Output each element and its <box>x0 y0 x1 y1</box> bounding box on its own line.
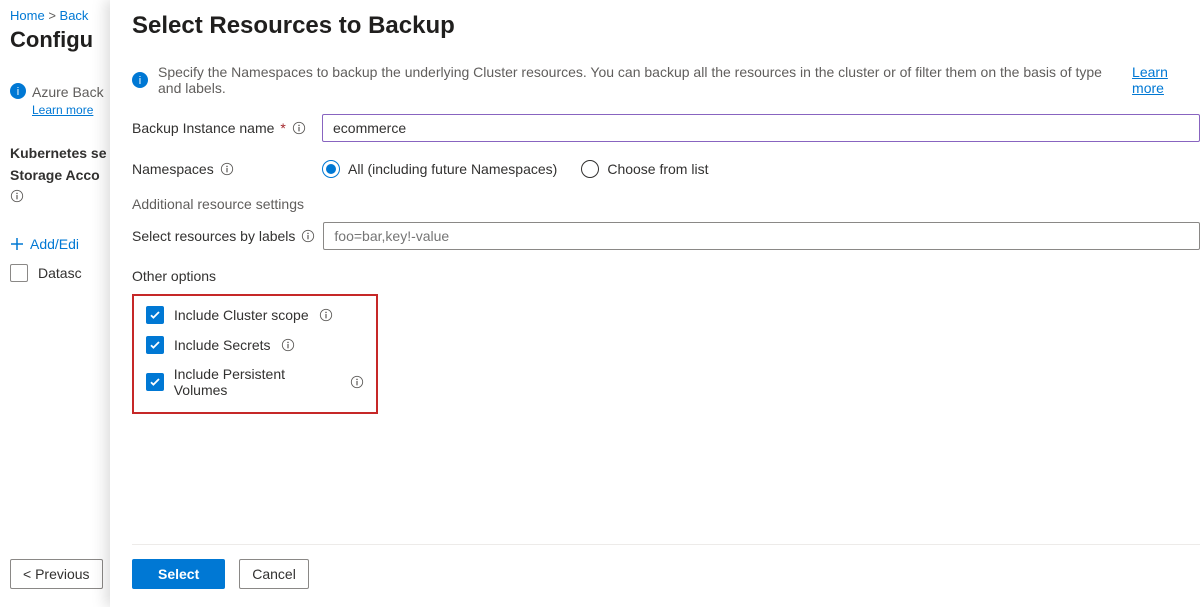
info-icon: i <box>132 72 148 88</box>
cancel-button[interactable]: Cancel <box>239 559 309 589</box>
info-outline-icon[interactable] <box>281 338 295 352</box>
checkbox-cluster-label: Include Cluster scope <box>174 307 309 323</box>
radio-choose-label: Choose from list <box>607 161 708 177</box>
checkbox-pv-label: Include Persistent Volumes <box>174 366 340 398</box>
datasource-checkbox[interactable] <box>10 264 28 282</box>
checkbox-secrets-label: Include Secrets <box>174 337 271 353</box>
radio-all-label: All (including future Namespaces) <box>348 161 557 177</box>
breadcrumb-back[interactable]: Back <box>60 8 89 23</box>
other-options-heading: Other options <box>132 268 1200 284</box>
select-button[interactable]: Select <box>132 559 225 589</box>
bg-info-text: Azure Back <box>32 83 104 101</box>
breadcrumb: Home > Back <box>10 8 120 23</box>
info-outline-icon[interactable] <box>301 229 315 243</box>
panel-learn-more[interactable]: Learn more <box>1132 64 1200 96</box>
info-icon: i <box>10 83 26 99</box>
checkbox-secrets[interactable] <box>146 336 164 354</box>
bg-storage-label: Storage Acco <box>10 167 120 183</box>
check-icon <box>149 376 161 388</box>
panel-info-text: Specify the Namespaces to backup the und… <box>158 64 1122 96</box>
checkbox-pv[interactable] <box>146 373 164 391</box>
breadcrumb-sep: > <box>48 8 56 23</box>
radio-icon <box>322 160 340 178</box>
checkbox-cluster-scope[interactable] <box>146 306 164 324</box>
add-edit-label: Add/Edi <box>30 236 79 252</box>
plus-icon <box>10 237 24 251</box>
add-edit-button[interactable]: Add/Edi <box>10 236 120 252</box>
required-asterisk: * <box>280 120 285 136</box>
info-outline-icon[interactable] <box>292 121 306 135</box>
previous-button[interactable]: < Previous <box>10 559 103 589</box>
breadcrumb-home[interactable]: Home <box>10 8 45 23</box>
check-icon <box>149 339 161 351</box>
bg-k8s-label: Kubernetes se <box>10 145 120 161</box>
radio-icon <box>581 160 599 178</box>
radio-all-namespaces[interactable]: All (including future Namespaces) <box>322 160 557 178</box>
bg-learn-more[interactable]: Learn more <box>32 103 93 117</box>
svg-text:i: i <box>17 86 19 98</box>
info-outline-icon[interactable] <box>350 375 364 389</box>
info-outline-icon <box>10 189 24 203</box>
backup-name-label: Backup Instance name <box>132 120 274 136</box>
additional-settings-heading: Additional resource settings <box>132 196 1200 212</box>
select-resources-panel: Select Resources to Backup i Specify the… <box>110 0 1200 607</box>
check-icon <box>149 309 161 321</box>
select-by-labels-label: Select resources by labels <box>132 228 295 244</box>
page-title: Configu <box>10 27 120 53</box>
namespaces-label: Namespaces <box>132 161 214 177</box>
other-options-highlight: Include Cluster scope Include Secrets In… <box>132 294 378 414</box>
info-outline-icon[interactable] <box>319 308 333 322</box>
panel-title: Select Resources to Backup <box>132 12 1200 40</box>
radio-choose-list[interactable]: Choose from list <box>581 160 708 178</box>
svg-text:i: i <box>139 75 141 87</box>
labels-input[interactable] <box>323 222 1200 250</box>
info-outline-icon[interactable] <box>220 162 234 176</box>
backup-name-input[interactable] <box>322 114 1200 142</box>
datasource-label: Datasc <box>38 265 82 281</box>
